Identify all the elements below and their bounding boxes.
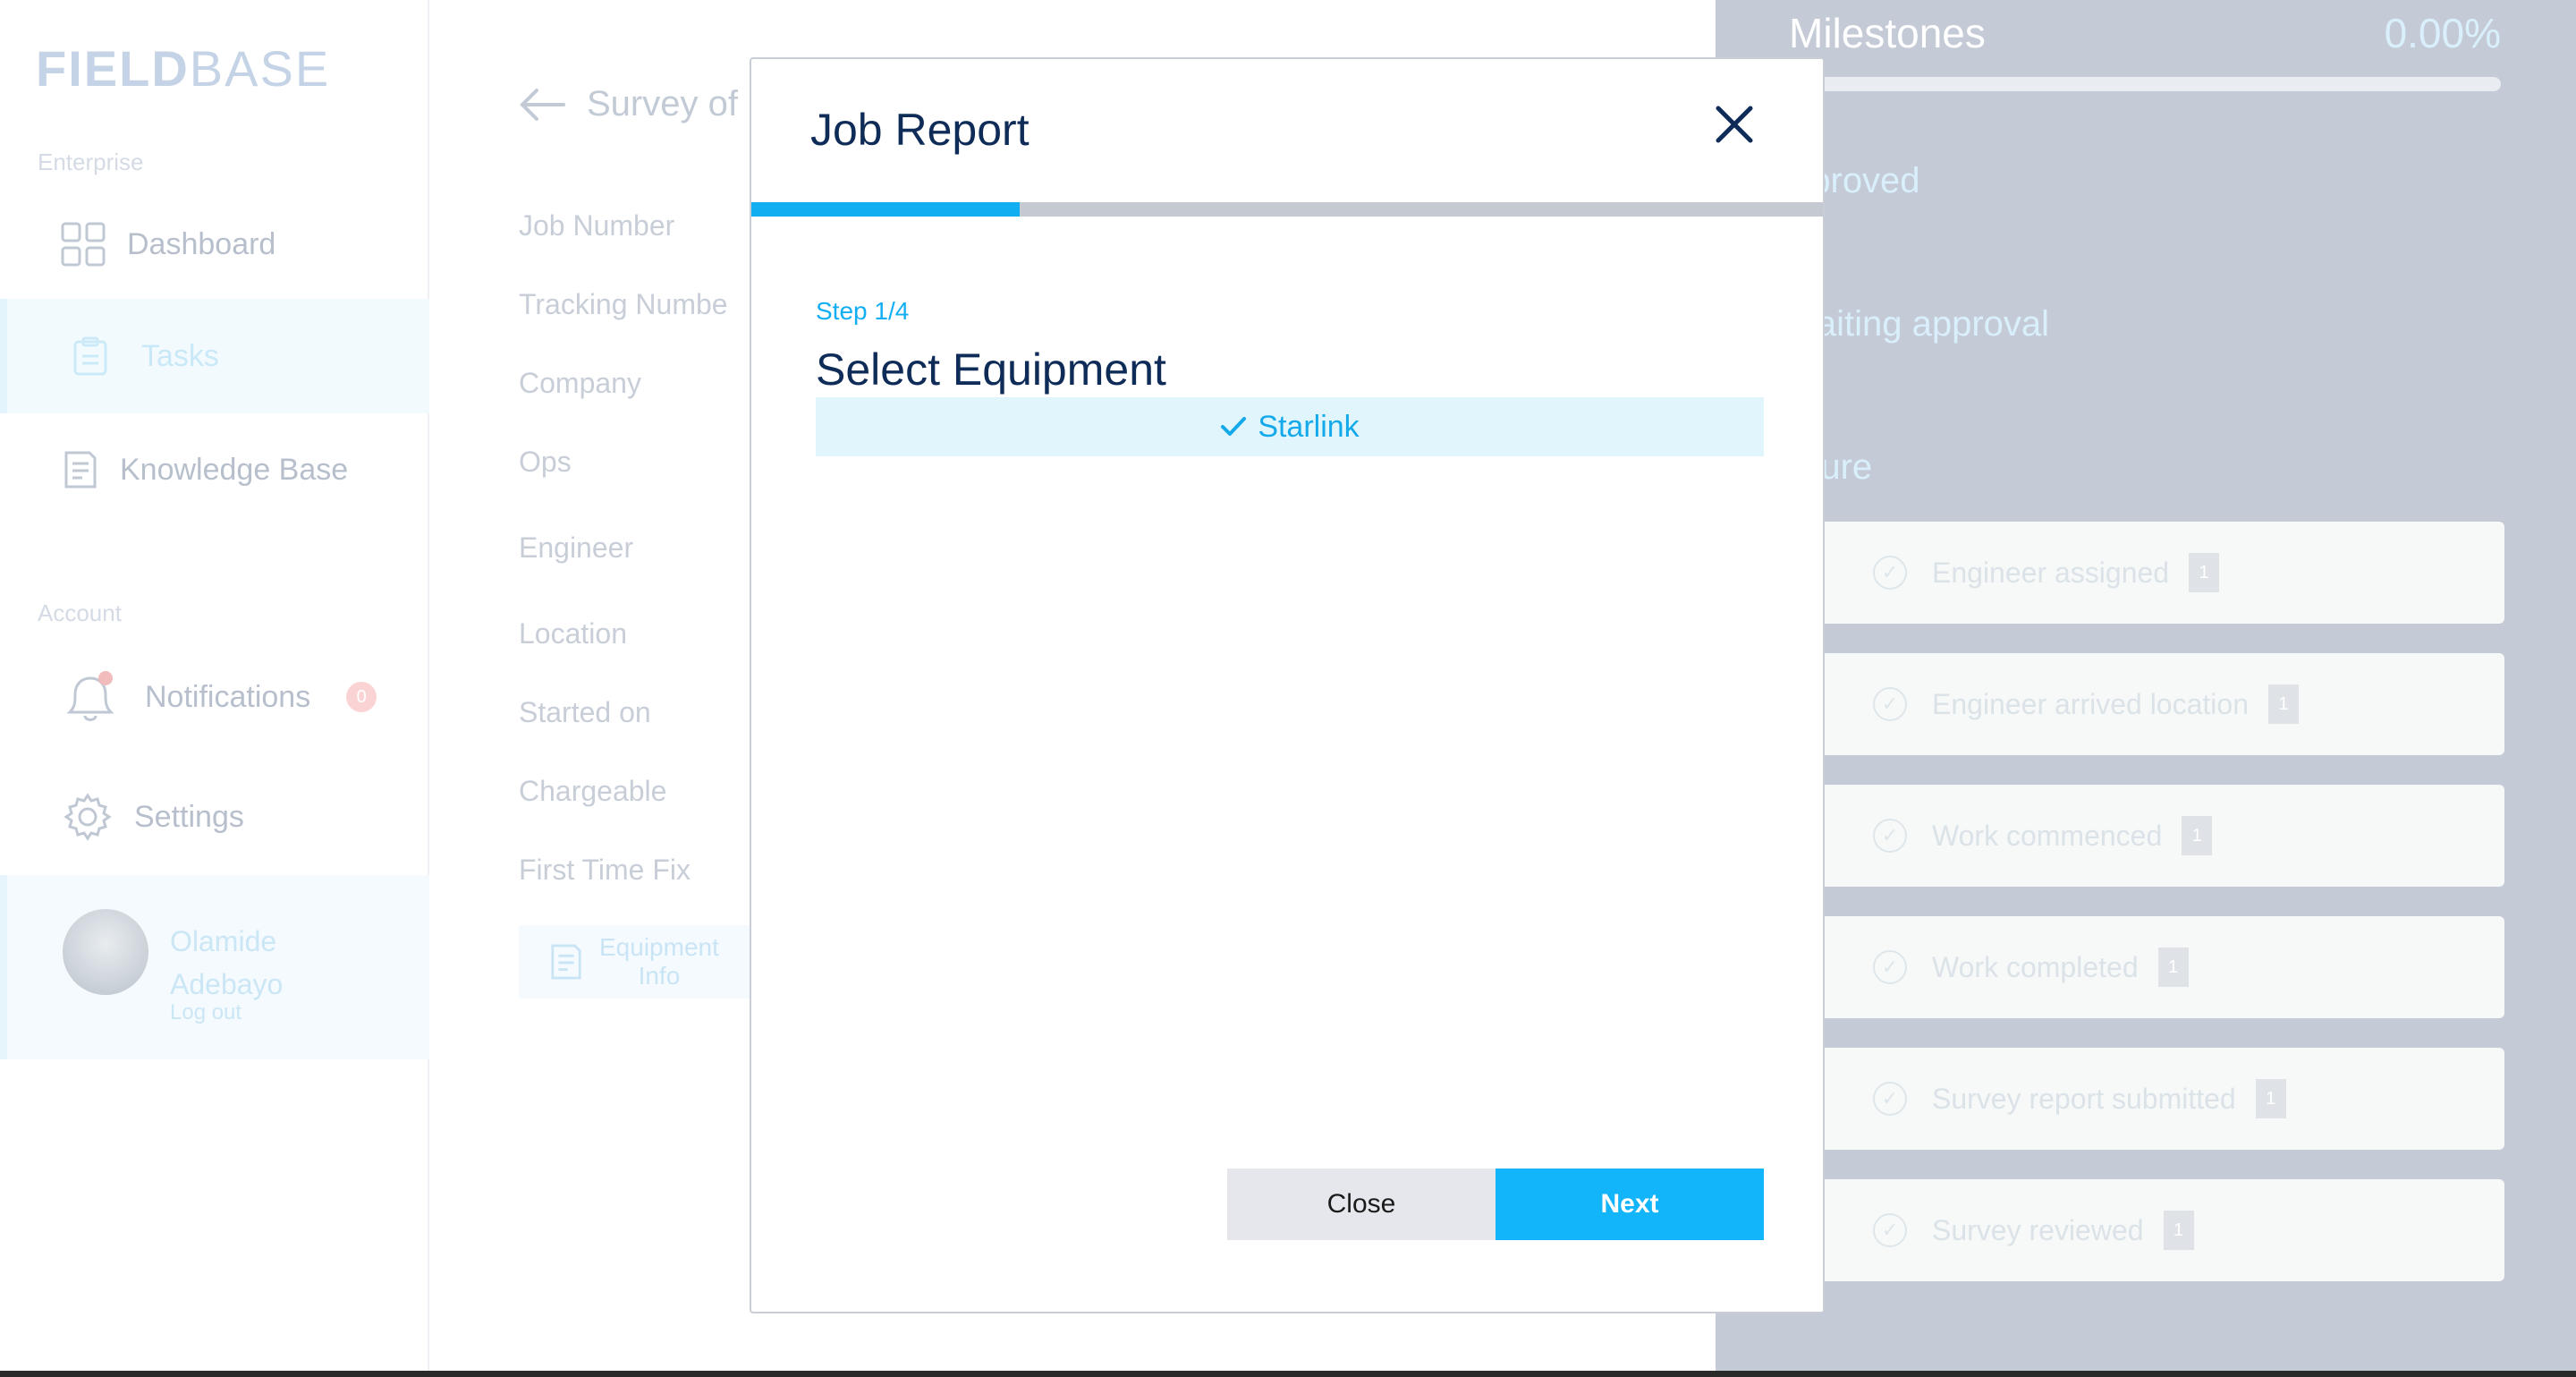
- modal-close-button[interactable]: [1703, 93, 1766, 156]
- checkmark-icon: [1220, 415, 1247, 438]
- next-button[interactable]: Next: [1496, 1169, 1764, 1240]
- equipment-info-line1: Equipment: [599, 933, 719, 961]
- check-circle-icon: ✓: [1873, 556, 1907, 590]
- user-name: Olamide Adebayo: [170, 920, 283, 1006]
- document-icon: [549, 942, 583, 982]
- milestone-label: Survey report submitted: [1932, 1082, 2236, 1115]
- milestone-count: 1: [2157, 948, 2189, 987]
- milestone-label: Engineer arrived location: [1932, 687, 2249, 720]
- step-progress-fill: [751, 202, 1020, 217]
- user-last-name: Adebayo: [170, 968, 284, 1000]
- step-progress-bar: [751, 202, 1823, 217]
- sidebar-item-label: Knowledge Base: [120, 452, 349, 487]
- bell-icon: [61, 667, 120, 727]
- sidebar-item-dashboard[interactable]: Dashboard: [0, 213, 429, 276]
- field-label-ops: Ops: [519, 446, 572, 478]
- close-icon: [1715, 105, 1754, 144]
- back-link[interactable]: Survey of: [519, 84, 738, 124]
- awaiting-approval-heading: waiting approval: [1791, 304, 2050, 344]
- field-label-job-number: Job Number: [519, 209, 675, 242]
- grid-icon: [61, 222, 106, 267]
- check-circle-icon: ✓: [1873, 1082, 1907, 1116]
- job-title: Survey of: [587, 84, 738, 123]
- field-label-started-on: Started on: [519, 696, 651, 728]
- milestones-panel: Milestones 0.00% pproved waiting approva…: [1716, 0, 2576, 1371]
- enterprise-section-label: Enterprise: [38, 149, 144, 175]
- milestones-progress-bar: [1789, 77, 2501, 91]
- bottom-edge: [0, 1371, 2576, 1377]
- milestone-item: ✓ Work commenced 1: [1789, 785, 2504, 887]
- check-circle-icon: ✓: [1873, 1213, 1907, 1247]
- gear-icon: [63, 792, 113, 842]
- sidebar-item-label: Tasks: [141, 338, 219, 373]
- clipboard-icon: [72, 336, 109, 376]
- milestone-count: 1: [2182, 816, 2213, 855]
- check-circle-icon: ✓: [1873, 950, 1907, 984]
- section-title: Select Equipment: [816, 344, 1166, 395]
- field-label-chargeable: Chargeable: [519, 775, 667, 807]
- equipment-option-starlink[interactable]: Starlink: [816, 397, 1764, 456]
- user-profile[interactable]: Olamide Adebayo Log out: [0, 875, 429, 1059]
- sidebar-item-tasks[interactable]: Tasks: [0, 299, 429, 413]
- equipment-info-button[interactable]: Equipment Info: [519, 925, 769, 999]
- milestones-percent: 0.00%: [2384, 10, 2501, 56]
- logo-light-text: BASE: [189, 40, 331, 97]
- milestone-count: 1: [2267, 684, 2299, 724]
- milestone-label: Engineer assigned: [1932, 556, 2170, 589]
- step-label: Step 1/4: [816, 297, 910, 325]
- fieldbase-logo[interactable]: FIELDBASE: [36, 39, 330, 98]
- equipment-info-line2: Info: [638, 962, 681, 990]
- milestone-item: ✓ Engineer assigned 1: [1789, 522, 2504, 624]
- field-label-location: Location: [519, 617, 627, 650]
- arrow-left-icon: [519, 87, 565, 123]
- milestone-label: Work completed: [1932, 950, 2139, 983]
- field-label-engineer: Engineer: [519, 531, 634, 564]
- job-report-modal: Job Report Step 1/4 Select Equipment Sta…: [750, 57, 1825, 1313]
- check-circle-icon: ✓: [1873, 819, 1907, 853]
- sidebar-item-notifications[interactable]: Notifications 0: [0, 666, 429, 728]
- milestone-label: Survey reviewed: [1932, 1213, 2144, 1246]
- avatar: [63, 909, 148, 995]
- sidebar-item-label: Dashboard: [127, 226, 276, 261]
- milestone-count: 1: [2163, 1211, 2194, 1250]
- logout-link[interactable]: Log out: [170, 1000, 242, 1025]
- equipment-info-label: Equipment Info: [599, 933, 719, 990]
- sidebar: FIELDBASE Enterprise Dashboard Tasks Kno…: [0, 0, 429, 1377]
- logo-bold-text: FIELD: [36, 40, 190, 97]
- check-circle-icon: ✓: [1873, 687, 1907, 721]
- equipment-option-label: Starlink: [1258, 409, 1360, 444]
- modal-title: Job Report: [810, 105, 1030, 155]
- milestone-count: 1: [2255, 1079, 2286, 1118]
- milestones-title: Milestones: [1789, 10, 1986, 56]
- milestone-item: ✓ Work completed 1: [1789, 916, 2504, 1018]
- field-label-company: Company: [519, 367, 641, 399]
- notification-count-badge: 0: [346, 682, 377, 712]
- account-section-label: Account: [38, 599, 122, 626]
- sidebar-item-label: Settings: [134, 799, 244, 834]
- sidebar-item-settings[interactable]: Settings: [0, 786, 429, 848]
- user-first-name: Olamide: [170, 925, 277, 957]
- close-button[interactable]: Close: [1227, 1169, 1496, 1240]
- sidebar-item-label: Notifications: [145, 679, 311, 714]
- sidebar-item-knowledge-base[interactable]: Knowledge Base: [0, 438, 429, 501]
- field-label-first-time-fix: First Time Fix: [519, 854, 691, 886]
- field-label-tracking-number: Tracking Numbe: [519, 288, 728, 320]
- document-icon: [63, 449, 98, 490]
- milestone-item: ✓ Survey reviewed 1: [1789, 1179, 2504, 1281]
- milestone-item: ✓ Engineer arrived location 1: [1789, 653, 2504, 755]
- milestone-count: 1: [2189, 553, 2220, 592]
- milestone-label: Work commenced: [1932, 819, 2163, 852]
- milestone-item: ✓ Survey report submitted 1: [1789, 1048, 2504, 1150]
